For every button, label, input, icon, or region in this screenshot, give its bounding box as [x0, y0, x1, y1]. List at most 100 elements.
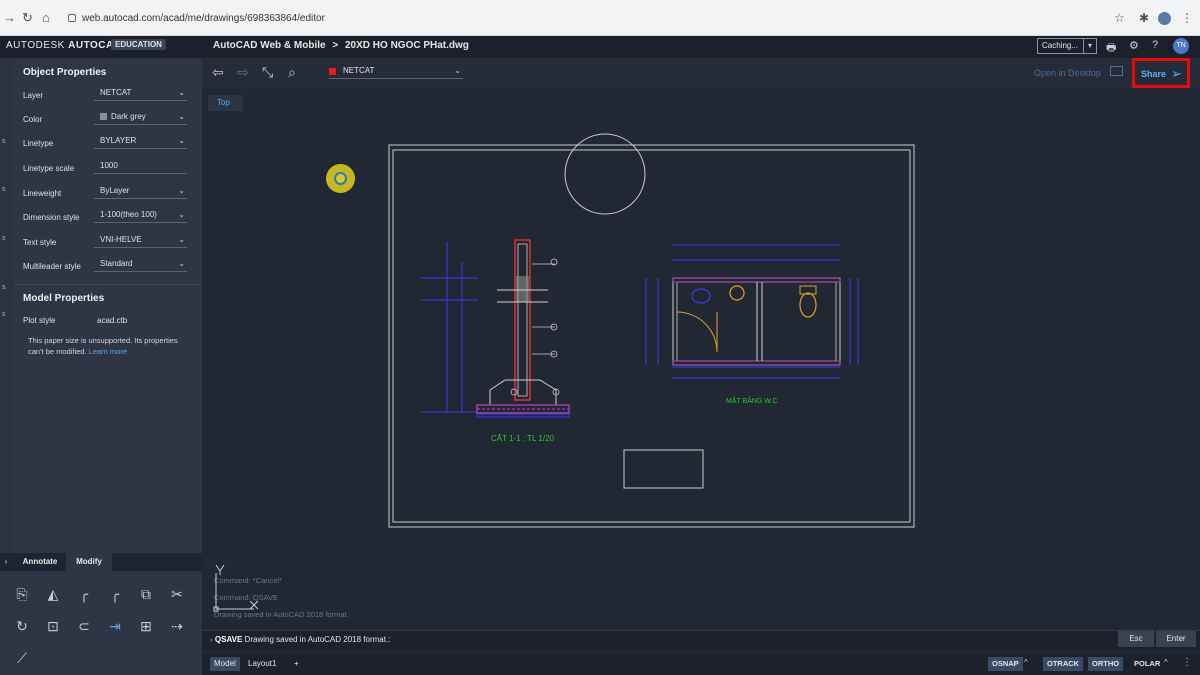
- scale-icon[interactable]: ⊡: [42, 615, 64, 637]
- layer-select[interactable]: NETCAT ⌄: [94, 87, 187, 101]
- ribbon-tabs: › Annotate Modify: [0, 553, 202, 571]
- prop-label: Linetype: [23, 139, 54, 148]
- array-icon[interactable]: ⊞: [135, 615, 157, 637]
- app-header: AUTODESK AUTOCAD EDUCATION AutoCAD Web &…: [0, 36, 1200, 58]
- reload-icon[interactable]: ↻: [22, 10, 33, 26]
- properties-panel: Object Properties Layer NETCAT ⌄ Color Da…: [14, 58, 202, 553]
- prop-label: Dimension style: [23, 213, 80, 222]
- chevron-down-icon: ⌄: [178, 136, 185, 145]
- lineweight-select[interactable]: ByLayer ⌄: [94, 185, 187, 199]
- current-layer-select[interactable]: NETCAT ⌄: [329, 65, 463, 79]
- breadcrumb-file: 20XD HO NGOC PHat.dwg: [345, 40, 469, 51]
- browser-toolbar: → ↻ ⌂ web.autocad.com/acad/me/drawings/6…: [0, 0, 1200, 36]
- prop-label: Multileader style: [23, 262, 81, 271]
- redo-icon[interactable]: ⇨: [237, 64, 249, 81]
- color-swatch: [100, 113, 107, 120]
- mirror-icon[interactable]: ◭: [42, 583, 64, 605]
- command-line-text: › QSAVE Drawing saved in AutoCAD 2018 fo…: [210, 635, 391, 644]
- status-bar: Model Layout1 + OSNAP ^ OTRACK ORTHO POL…: [202, 655, 1200, 675]
- chamfer-icon[interactable]: ╭: [104, 583, 126, 605]
- more-options-icon[interactable]: ⋮: [1182, 657, 1192, 668]
- section-detail: [420, 239, 570, 418]
- address-bar[interactable]: web.autocad.com/acad/me/drawings/6983638…: [62, 8, 1112, 30]
- offset-icon[interactable]: ⊂: [73, 615, 95, 637]
- enter-button[interactable]: Enter: [1156, 631, 1196, 647]
- cursor-highlight: [326, 164, 355, 193]
- linetype-scale-input[interactable]: 1000: [94, 160, 187, 174]
- fillet-icon[interactable]: ╭: [73, 583, 95, 605]
- lock-icon: [68, 14, 76, 22]
- esc-button[interactable]: Esc: [1118, 631, 1154, 647]
- extensions-icon[interactable]: ✱: [1139, 11, 1149, 25]
- linetype-select[interactable]: BYLAYER ⌄: [94, 135, 187, 149]
- tab-collapsed[interactable]: ›: [0, 553, 12, 571]
- extend-icon[interactable]: ⇥: [104, 615, 126, 637]
- move-icon[interactable]: ⇢: [166, 615, 188, 637]
- dimension-style-select[interactable]: 1-100(theo 100) ⌄: [94, 209, 187, 223]
- education-badge: EDUCATION: [111, 39, 166, 50]
- forward-icon[interactable]: →: [3, 10, 16, 25]
- help-icon[interactable]: ?: [1152, 39, 1158, 51]
- zoom-window-icon[interactable]: ⌕: [288, 64, 296, 81]
- learn-more-link[interactable]: Learn more: [89, 347, 127, 356]
- send-icon[interactable]: ➢: [1171, 66, 1182, 82]
- tab-model[interactable]: Model: [210, 657, 240, 671]
- gear-icon[interactable]: ⚙: [1129, 39, 1139, 52]
- chevron-up-icon[interactable]: ^: [1164, 658, 1168, 667]
- plot-style-value: acad.ctb: [97, 316, 128, 325]
- chevron-up-icon[interactable]: ^: [1024, 658, 1028, 667]
- prop-label: Linetype scale: [23, 164, 75, 173]
- share-highlight: Share ➢: [1132, 58, 1190, 88]
- undo-icon[interactable]: ⇦: [212, 64, 224, 81]
- breadcrumb: AutoCAD Web & Mobile > 20XD HO NGOC PHat…: [213, 40, 469, 51]
- monitor-icon[interactable]: [1110, 66, 1123, 76]
- url-text: web.autocad.com/acad/me/drawings/6983638…: [82, 13, 325, 24]
- chevron-down-icon[interactable]: ▾: [1083, 39, 1096, 53]
- browser-menu-icon[interactable]: ⋮: [1181, 11, 1193, 25]
- prop-label: Lineweight: [23, 189, 62, 198]
- tab-layout1[interactable]: Layout1: [244, 657, 280, 671]
- rotate-icon[interactable]: ↻: [11, 615, 33, 637]
- command-line[interactable]: › QSAVE Drawing saved in AutoCAD 2018 fo…: [202, 630, 1200, 650]
- chevron-down-icon: ⌄: [178, 186, 185, 195]
- browser-profile-avatar[interactable]: [1158, 12, 1171, 25]
- layer-color-swatch: [329, 68, 336, 75]
- prop-label: Plot style: [23, 316, 56, 325]
- share-button[interactable]: Share: [1141, 69, 1166, 79]
- trim-icon[interactable]: ✂: [166, 583, 188, 605]
- home-icon[interactable]: ⌂: [42, 10, 50, 25]
- color-select[interactable]: Dark grey ⌄: [94, 111, 187, 125]
- multileader-style-select[interactable]: Standard ⌄: [94, 258, 187, 272]
- add-layout-button[interactable]: +: [290, 657, 303, 671]
- chevron-down-icon: ⌄: [454, 66, 461, 75]
- plan-detail: [645, 244, 859, 379]
- divider: [14, 284, 202, 285]
- tab-annotate[interactable]: Annotate: [14, 553, 66, 571]
- breadcrumb-app[interactable]: AutoCAD Web & Mobile: [213, 40, 326, 51]
- chevron-down-icon: ⌄: [178, 235, 185, 244]
- drawing-frame: CẮT 1-1 : TL 1/20 MẶT BẰNG W.C: [388, 133, 915, 528]
- text-style-select[interactable]: VNI-HELVE ⌄: [94, 234, 187, 248]
- plan-label: MẶT BẰNG W.C: [726, 396, 778, 405]
- copy-icon[interactable]: ⧉: [135, 583, 157, 605]
- user-avatar[interactable]: TN: [1173, 38, 1189, 54]
- otrack-toggle[interactable]: OTRACK: [1043, 657, 1084, 671]
- canvas-toolbar: ⇦ ⇨ ⤡ ⌕ NETCAT ⌄ Open in Desktop Share ➢: [202, 58, 1200, 88]
- stretch-icon[interactable]: ⎘: [11, 583, 33, 605]
- star-icon[interactable]: ☆: [1114, 11, 1125, 25]
- left-collapsed-strip: s s s s s: [0, 58, 14, 553]
- ucs-icon: [213, 564, 259, 612]
- print-icon[interactable]: 🖶: [1106, 39, 1116, 58]
- osnap-toggle[interactable]: OSNAP: [988, 657, 1023, 671]
- caching-button[interactable]: Caching... ▾: [1037, 38, 1097, 54]
- chevron-down-icon: ⌄: [178, 88, 185, 97]
- modify-tools-panel: ⎘ ◭ ╭ ╭ ⧉ ✂ ↻ ⊡ ⊂ ⇥ ⊞ ⇢ ⟋: [0, 571, 202, 675]
- ortho-toggle[interactable]: ORTHO: [1088, 657, 1124, 671]
- open-in-desktop-link[interactable]: Open in Desktop: [1034, 68, 1101, 78]
- tab-modify[interactable]: Modify: [66, 553, 112, 571]
- prop-label: Color: [23, 115, 43, 124]
- explode-icon[interactable]: ⟋: [11, 647, 33, 669]
- paper-size-note: This paper size is unsupported. Its prop…: [28, 336, 178, 356]
- zoom-extents-icon[interactable]: ⤡: [262, 64, 273, 81]
- polar-toggle[interactable]: POLAR: [1130, 657, 1164, 671]
